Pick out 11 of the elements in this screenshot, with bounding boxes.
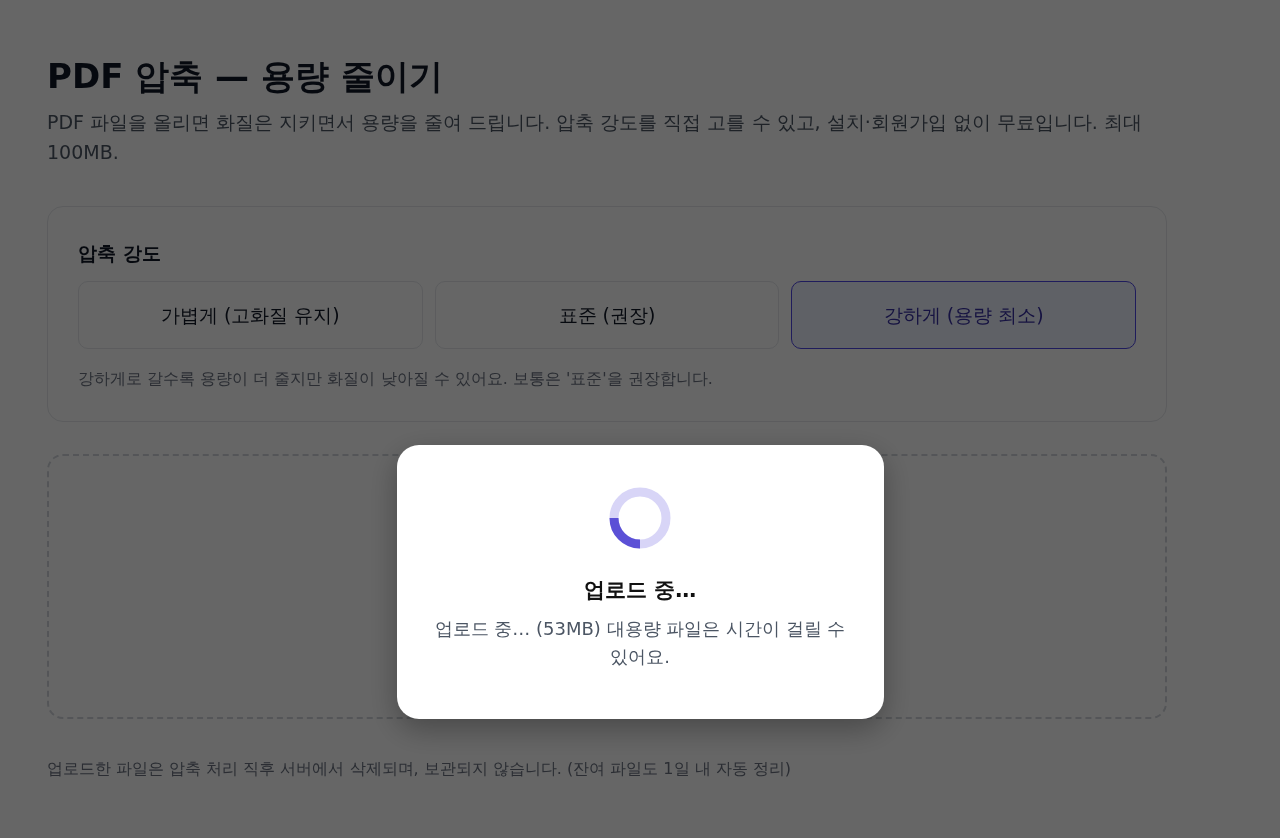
page-title: PDF 압축 — 용량 줄이기 (47, 56, 444, 97)
option-button[interactable]: 가볍게 (고화질 유지) (78, 281, 423, 350)
option-button[interactable]: 표준 (권장) (434, 281, 780, 350)
option-button[interactable]: 강하게 (용량 최소) (791, 281, 1136, 350)
page-description: PDF 파일을 올리면 화질은 지키면서 용량을 줄여 드립니다. 압축 강도를 직접 고를 수 있고, 설치·회원가입 없이 무료입니다. 최대 100MB. (47, 109, 1143, 166)
hint-text: 강하게로 갈수록 용량이 더 줄지만 화질이 낮아질 수 있어요. 보통은 '표준'을 권장합니다. (78, 368, 714, 391)
spinner-icon (609, 487, 671, 549)
section-label: 압축 강도 (78, 240, 162, 266)
privacy-note: 업로드한 파일은 압축 처리 직후 서버에서 삭제되며, 보관되지 않습니다. (잔여 파일도 1일 내 자동 정리) (47, 758, 793, 781)
dialog-title: 업로드 중… (583, 577, 697, 604)
dialog-message: 업로드 중… (53MB) 대용량 파일은 시간이 걸릴 수 있어요. (433, 616, 847, 670)
